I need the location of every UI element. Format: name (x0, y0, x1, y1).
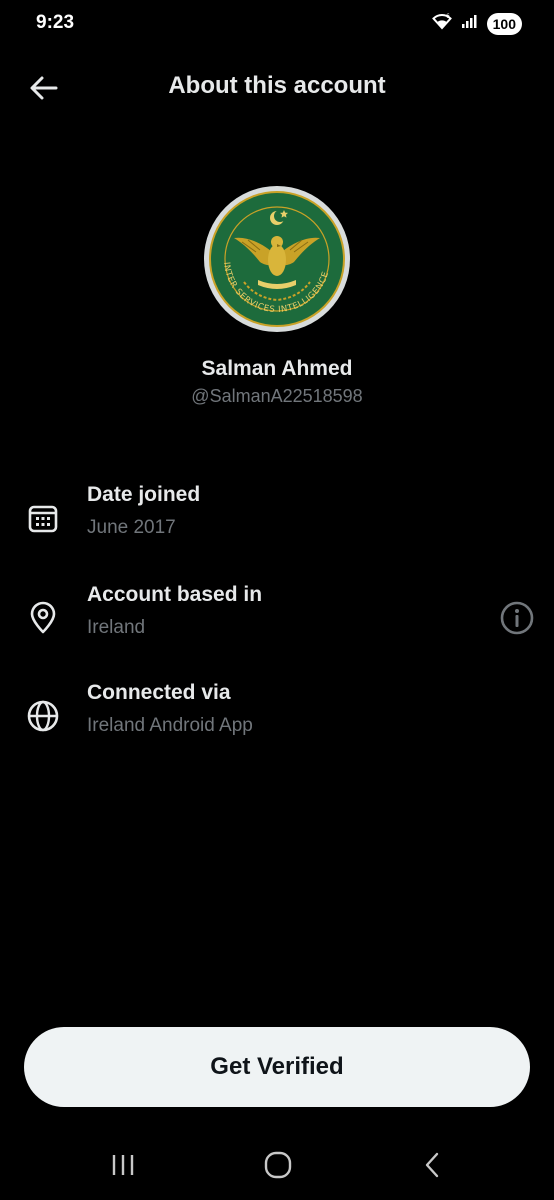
nav-back-button[interactable] (413, 1148, 453, 1182)
wifi-icon: 6 (431, 12, 453, 35)
info-row-account-based-in: Account based in Ireland (0, 583, 554, 653)
info-value-connected-via: Ireland Android App (87, 715, 253, 736)
status-time: 9:23 (36, 12, 75, 33)
info-value-account-based-in: Ireland (87, 617, 146, 638)
page-title: About this account (168, 72, 386, 99)
display-name: Salman Ahmed (201, 357, 353, 380)
back-icon (413, 1152, 453, 1186)
info-button[interactable] (499, 600, 535, 636)
header: About this account (0, 60, 554, 116)
home-icon (258, 1151, 298, 1186)
inter-services-intelligence-emblem: INTER SERVICES INTELLIGENCE (209, 191, 345, 327)
location-pin-icon (26, 601, 60, 635)
info-value-date-joined: June 2017 (87, 517, 176, 538)
svg-text:6: 6 (446, 13, 450, 20)
home-button[interactable] (258, 1148, 298, 1182)
info-row-date-joined: Date joined June 2017 (0, 483, 554, 553)
info-title-date-joined: Date joined (87, 483, 201, 506)
get-verified-button[interactable]: Get Verified (24, 1027, 530, 1107)
info-icon (499, 601, 535, 640)
recent-apps-button[interactable] (103, 1148, 143, 1182)
info-title-account-based-in: Account based in (87, 583, 263, 606)
recent-apps-icon (103, 1155, 143, 1186)
info-row-connected-via: Connected via Ireland Android App (0, 681, 554, 751)
globe-icon (26, 699, 60, 733)
avatar[interactable]: INTER SERVICES INTELLIGENCE (204, 186, 350, 332)
info-title-connected-via: Connected via (87, 681, 231, 704)
signal-icon (461, 13, 479, 34)
system-nav-bar (0, 1130, 554, 1200)
user-handle: @SalmanA22518598 (191, 386, 363, 406)
battery-icon: 100 (486, 12, 522, 35)
status-bar: 9:23 6 100 (0, 0, 554, 48)
calendar-icon (26, 501, 60, 535)
status-icons: 6 100 (431, 12, 522, 35)
